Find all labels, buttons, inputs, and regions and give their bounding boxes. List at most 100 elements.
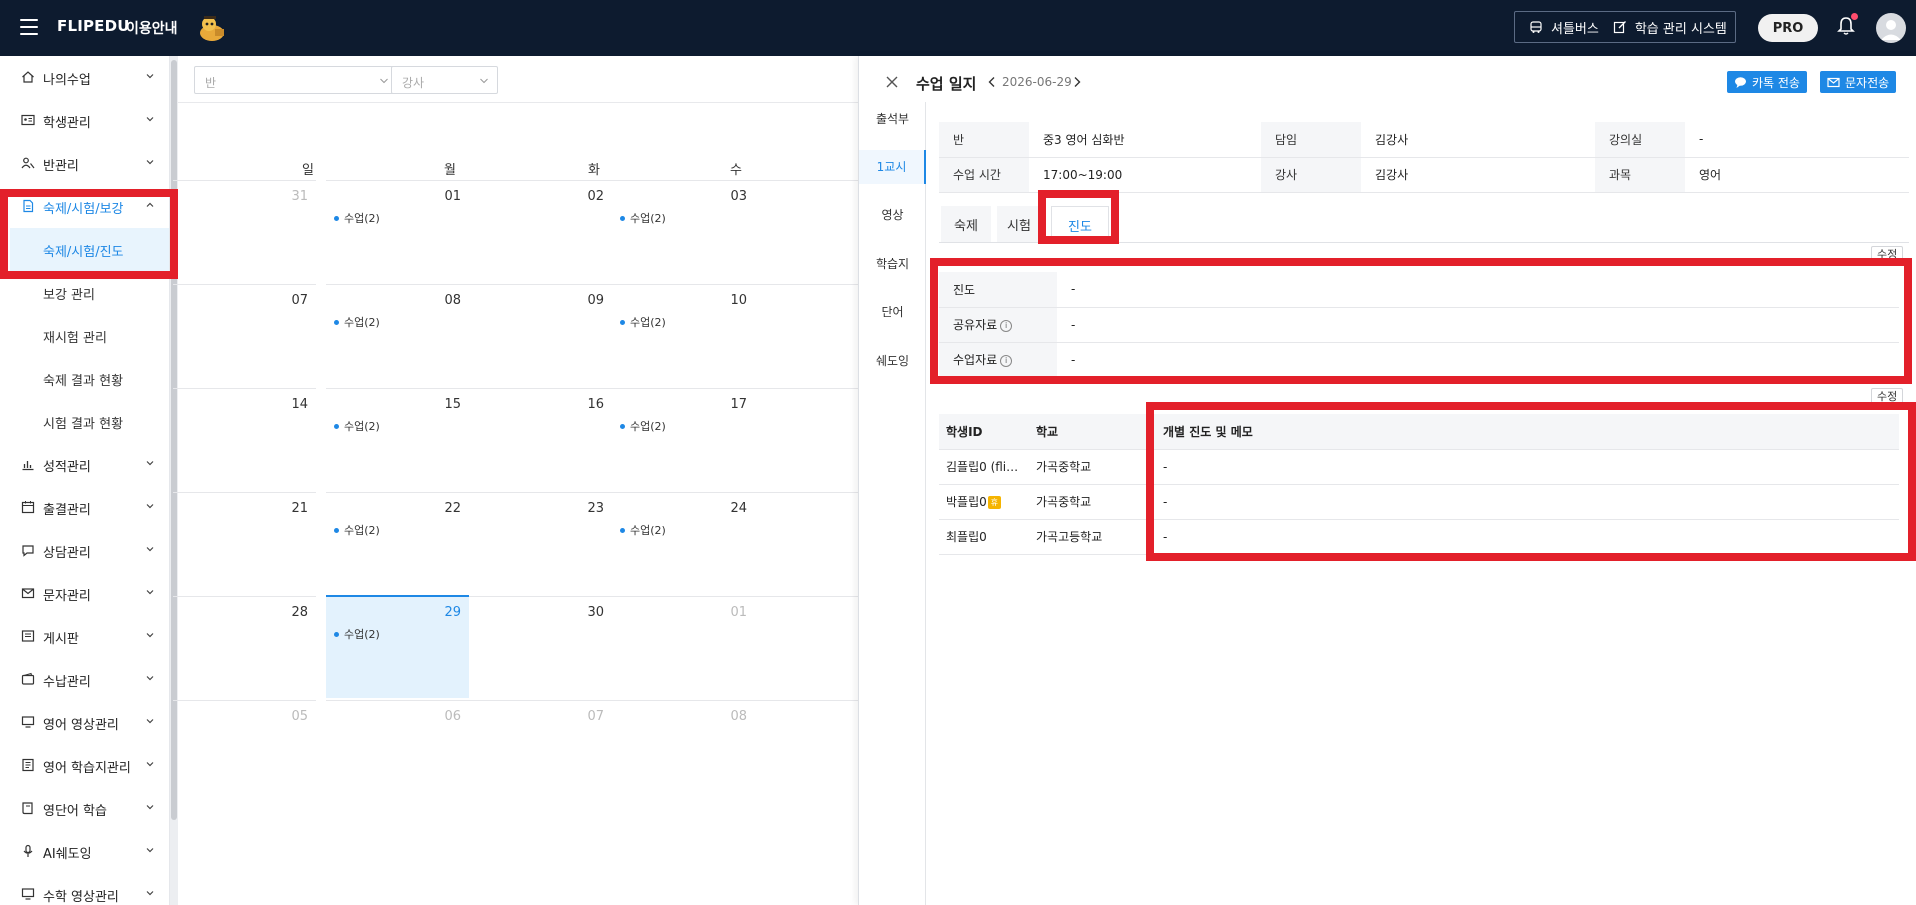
- calendar-day[interactable]: 21: [173, 492, 316, 595]
- sidebar-item-board[interactable]: 게시판: [0, 615, 169, 658]
- calendar-day[interactable]: 06: [326, 700, 469, 803]
- weekday-tue: 화: [588, 163, 600, 178]
- sidebar-item-homework-test[interactable]: 숙제/시험/보강: [0, 185, 169, 228]
- brand-logo[interactable]: FLIPEDU: [57, 17, 130, 35]
- class-event[interactable]: 수업(2): [334, 314, 380, 330]
- submenu-test-results[interactable]: 시험 결과 현황: [10, 400, 169, 443]
- calendar-day[interactable]: [755, 700, 858, 803]
- calendar-day[interactable]: 03 수업(2): [612, 180, 755, 283]
- calendar-day[interactable]: 16: [469, 388, 612, 491]
- submenu-makeup[interactable]: 보강 관리: [10, 271, 169, 314]
- sidebar-item-students[interactable]: 학생관리: [0, 99, 169, 142]
- calendar-day[interactable]: 24 수업(2): [612, 492, 755, 595]
- sidebar-item-grades[interactable]: 성적관리: [0, 443, 169, 486]
- calendar-day[interactable]: 08 수업(2): [326, 284, 469, 387]
- chevron-right-icon[interactable]: [1072, 76, 1082, 88]
- sms-send-button[interactable]: 문자전송: [1820, 71, 1897, 93]
- calendar-day[interactable]: 02: [469, 180, 612, 283]
- class-event[interactable]: 수업(2): [620, 522, 666, 538]
- pro-badge-button[interactable]: PRO: [1758, 14, 1818, 42]
- sidebar-item-payments[interactable]: 수납관리: [0, 658, 169, 701]
- edit-progress-button[interactable]: 수정: [1871, 246, 1904, 264]
- calendar-day[interactable]: 01: [612, 596, 755, 699]
- calendar-day[interactable]: [755, 492, 858, 595]
- tab-attendance[interactable]: 출석부: [859, 102, 926, 136]
- guide-link[interactable]: 이용안내: [126, 18, 178, 38]
- class-filter-select[interactable]: 반: [194, 66, 398, 94]
- avatar[interactable]: [1876, 13, 1906, 43]
- class-event[interactable]: 수업(2): [334, 210, 380, 226]
- teacher-filter-select[interactable]: 강사: [391, 66, 498, 94]
- sidebar-item-english-worksheet[interactable]: 영어 학습지관리: [0, 744, 169, 787]
- calendar-day[interactable]: 08: [612, 700, 755, 803]
- calendar-day[interactable]: 22 수업(2): [326, 492, 469, 595]
- tab-worksheet[interactable]: 학습지: [859, 247, 926, 281]
- calendar-day[interactable]: 28: [173, 596, 316, 699]
- tab-video[interactable]: 영상: [859, 198, 926, 232]
- sidebar-item-counseling[interactable]: 상담관리: [0, 529, 169, 572]
- chevron-down-icon: [146, 719, 154, 724]
- tab-words[interactable]: 단어: [859, 295, 926, 329]
- sidebar-item-my-class[interactable]: 나의수업: [0, 56, 169, 99]
- room-value: -: [1685, 122, 1909, 158]
- event-dot: [334, 527, 339, 533]
- kakao-send-button[interactable]: 카톡 전송: [1727, 71, 1807, 93]
- calendar-day[interactable]: 23: [469, 492, 612, 595]
- calendar-day[interactable]: 05: [173, 700, 316, 803]
- sidebar-item-ai-shadowing[interactable]: AI쉐도잉: [0, 830, 169, 873]
- tab-shadowing[interactable]: 쉐도잉: [859, 344, 926, 378]
- calendar-day[interactable]: 30: [469, 596, 612, 699]
- table-row[interactable]: 박플립0 휴 가곡중학교 -: [939, 484, 1899, 520]
- table-row[interactable]: 김플립0 (fli… 가곡중학교 -: [939, 449, 1899, 485]
- calendar-day[interactable]: [755, 596, 858, 699]
- calendar-day[interactable]: [755, 284, 858, 387]
- chevron-left-icon[interactable]: [987, 76, 997, 88]
- subtab-homework[interactable]: 숙제: [941, 206, 991, 243]
- notification-dot: [1851, 13, 1858, 20]
- day-number: 07: [291, 293, 308, 308]
- sidebar-item-label: 숙제/시험/보강: [43, 202, 124, 217]
- calendar-day[interactable]: [755, 180, 858, 283]
- class-event[interactable]: 수업(2): [334, 522, 380, 538]
- submenu-homework-results[interactable]: 숙제 결과 현황: [10, 357, 169, 400]
- calendar-day-today[interactable]: 29 수업(2): [326, 595, 469, 698]
- sidebar-item-vocabulary[interactable]: 영단어 학습: [0, 787, 169, 830]
- sidebar-item-classes[interactable]: 반관리: [0, 142, 169, 185]
- submenu-label: 숙제 결과 현황: [43, 374, 124, 389]
- sidebar-item-math-video[interactable]: 수학 영상관리: [0, 873, 169, 905]
- calendar-day[interactable]: 15 수업(2): [326, 388, 469, 491]
- close-icon[interactable]: [885, 75, 899, 89]
- calendar-day[interactable]: 14: [173, 388, 316, 491]
- class-event[interactable]: 수업(2): [620, 418, 666, 434]
- subtab-test[interactable]: 시험: [997, 206, 1041, 243]
- table-row[interactable]: 최플립0 가곡고등학교 -: [939, 519, 1899, 555]
- sidebar-item-english-video[interactable]: 영어 영상관리: [0, 701, 169, 744]
- calendar-day[interactable]: [755, 388, 858, 491]
- submenu-homework-test-progress[interactable]: 숙제/시험/진도: [10, 228, 169, 271]
- subtab-progress[interactable]: 진도: [1051, 206, 1109, 243]
- class-event[interactable]: 수업(2): [334, 626, 380, 642]
- calendar-day[interactable]: 07: [173, 284, 316, 387]
- class-event[interactable]: 수업(2): [620, 210, 666, 226]
- sidebar-item-messages[interactable]: 문자관리: [0, 572, 169, 615]
- class-event[interactable]: 수업(2): [334, 418, 380, 434]
- calendar-day[interactable]: 01 수업(2): [326, 180, 469, 283]
- users-icon: [21, 157, 35, 169]
- calendar-day[interactable]: 31: [173, 180, 316, 283]
- class-event[interactable]: 수업(2): [620, 314, 666, 330]
- chevron-down-icon: [146, 676, 154, 681]
- sidebar-item-attendance[interactable]: 출결관리: [0, 486, 169, 529]
- lms-link[interactable]: 학습 관리 시스템: [1599, 18, 1727, 37]
- shuttle-bus-link[interactable]: 셔틀버스: [1515, 18, 1599, 37]
- info-icon[interactable]: i: [1000, 354, 1013, 367]
- calendar-day[interactable]: 09: [469, 284, 612, 387]
- day-number: 23: [587, 501, 604, 516]
- edit-student-memo-button[interactable]: 수정: [1871, 388, 1904, 406]
- tab-period-1[interactable]: 1교시: [859, 150, 926, 184]
- info-icon[interactable]: i: [1000, 319, 1013, 332]
- calendar-day[interactable]: 10 수업(2): [612, 284, 755, 387]
- hamburger-menu-icon[interactable]: [20, 19, 38, 35]
- calendar-day[interactable]: 07: [469, 700, 612, 803]
- submenu-retest[interactable]: 재시험 관리: [10, 314, 169, 357]
- calendar-day[interactable]: 17 수업(2): [612, 388, 755, 491]
